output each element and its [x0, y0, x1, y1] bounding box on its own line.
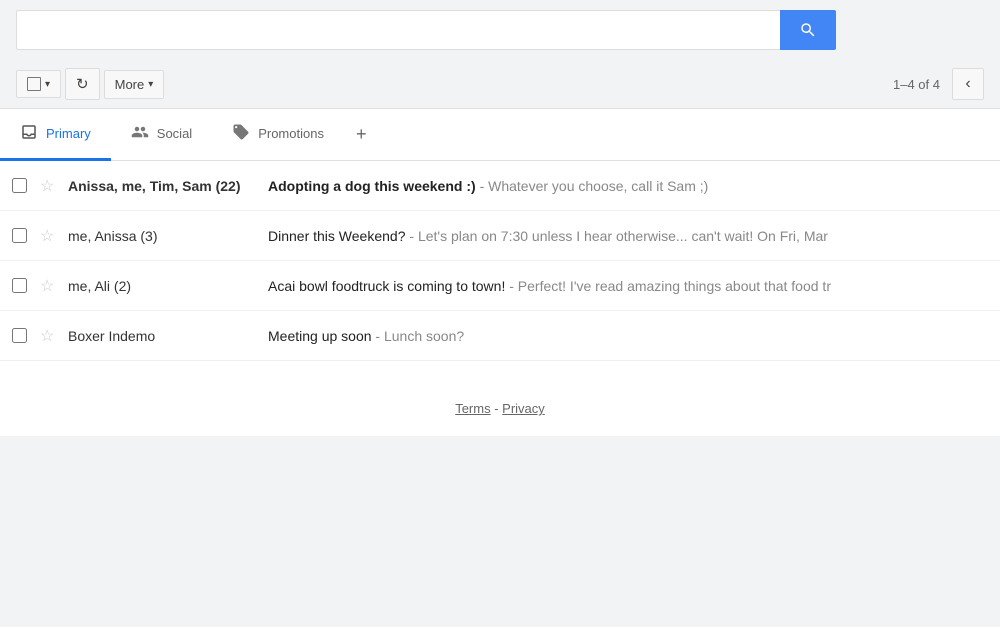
tab-promotions-label: Promotions: [258, 126, 324, 141]
terms-link[interactable]: Terms: [455, 401, 490, 416]
checkbox-col: [12, 178, 40, 193]
email-content: Acai bowl foodtruck is coming to town! -…: [268, 278, 988, 294]
chevron-left-icon: ‹: [965, 75, 970, 93]
subject: Meeting up soon: [268, 328, 372, 344]
subject: Adopting a dog this weekend :): [268, 178, 476, 194]
sender: Boxer Indemo: [68, 328, 268, 344]
star-col: ☆: [40, 276, 68, 296]
star-icon[interactable]: ☆: [40, 226, 54, 246]
tab-bar: Primary Social Promotions +: [0, 109, 1000, 161]
people-icon: [131, 123, 149, 144]
preview: - Lunch soon?: [375, 328, 464, 344]
tab-promotions[interactable]: Promotions: [212, 109, 344, 161]
checkbox-icon: [27, 77, 41, 91]
tab-primary[interactable]: Primary: [0, 109, 111, 161]
email-content: Adopting a dog this weekend :) - Whateve…: [268, 178, 988, 194]
footer: Terms - Privacy: [0, 361, 1000, 436]
tab-social[interactable]: Social: [111, 109, 212, 161]
star-col: ☆: [40, 226, 68, 246]
star-icon[interactable]: ☆: [40, 276, 54, 296]
email-checkbox[interactable]: [12, 178, 27, 193]
refresh-button[interactable]: ↻: [65, 68, 100, 100]
email-row[interactable]: ☆ me, Ali (2) Acai bowl foodtruck is com…: [0, 261, 1000, 311]
star-icon[interactable]: ☆: [40, 326, 54, 346]
select-dropdown-icon: ▾: [45, 79, 50, 90]
more-label: More: [115, 77, 145, 92]
email-checkbox[interactable]: [12, 228, 27, 243]
privacy-link[interactable]: Privacy: [502, 401, 545, 416]
subject: Acai bowl foodtruck is coming to town!: [268, 278, 505, 294]
email-row[interactable]: ☆ Anissa, me, Tim, Sam (22) Adopting a d…: [0, 161, 1000, 211]
star-col: ☆: [40, 326, 68, 346]
subject: Dinner this Weekend?: [268, 228, 405, 244]
search-input[interactable]: [16, 10, 780, 50]
add-tab-button[interactable]: +: [344, 109, 379, 160]
email-checkbox[interactable]: [12, 278, 27, 293]
more-dropdown-icon: ▾: [148, 79, 153, 90]
refresh-icon: ↻: [76, 75, 89, 93]
more-button[interactable]: More ▾: [104, 70, 165, 99]
email-row[interactable]: ☆ me, Anissa (3) Dinner this Weekend? - …: [0, 211, 1000, 261]
star-col: ☆: [40, 176, 68, 196]
email-content: Meeting up soon - Lunch soon?: [268, 328, 988, 344]
search-icon: [799, 21, 817, 39]
tag-icon: [232, 123, 250, 144]
prev-page-button[interactable]: ‹: [952, 68, 984, 100]
email-row[interactable]: ☆ Boxer Indemo Meeting up soon - Lunch s…: [0, 311, 1000, 361]
preview: - Let's plan on 7:30 unless I hear other…: [409, 228, 828, 244]
tab-social-label: Social: [157, 126, 192, 141]
checkbox-col: [12, 328, 40, 343]
main-content: Primary Social Promotions + ☆: [0, 109, 1000, 436]
preview: - Whatever you choose, call it Sam ;): [480, 178, 709, 194]
checkbox-col: [12, 228, 40, 243]
search-button[interactable]: [780, 10, 836, 50]
plus-icon: +: [356, 124, 367, 145]
sender: me, Anissa (3): [68, 228, 268, 244]
email-list: ☆ Anissa, me, Tim, Sam (22) Adopting a d…: [0, 161, 1000, 361]
email-content: Dinner this Weekend? - Let's plan on 7:3…: [268, 228, 988, 244]
toolbar: ▾ ↻ More ▾ 1–4 of 4 ‹: [0, 60, 1000, 109]
select-button[interactable]: ▾: [16, 70, 61, 98]
pagination-info: 1–4 of 4: [893, 77, 940, 92]
star-icon[interactable]: ☆: [40, 176, 54, 196]
tab-primary-label: Primary: [46, 126, 91, 141]
preview: - Perfect! I've read amazing things abou…: [509, 278, 831, 294]
sender: me, Ali (2): [68, 278, 268, 294]
inbox-icon: [20, 123, 38, 144]
email-checkbox[interactable]: [12, 328, 27, 343]
footer-separator: -: [494, 401, 502, 416]
search-wrapper: [16, 10, 836, 50]
sender: Anissa, me, Tim, Sam (22): [68, 178, 268, 194]
top-bar: [0, 0, 1000, 60]
checkbox-col: [12, 278, 40, 293]
